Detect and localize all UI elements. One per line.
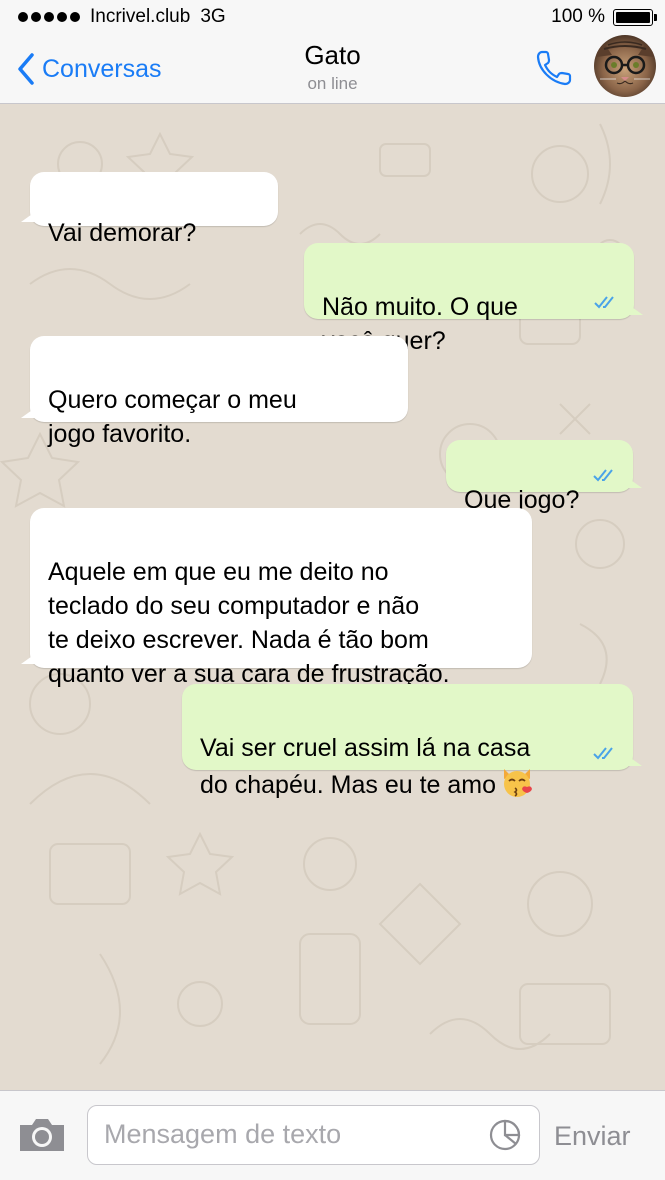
chat-header: Conversas Gato on line	[0, 34, 665, 104]
phone-icon[interactable]	[532, 46, 576, 90]
outgoing-message[interactable]: Não muito. O que você quer?	[304, 243, 643, 355]
message-field[interactable]	[87, 1105, 540, 1165]
incoming-message[interactable]: Aquele em que eu me deito no teclado do …	[21, 508, 532, 688]
double-check-icon	[593, 747, 613, 760]
sticker-icon[interactable]	[488, 1118, 522, 1152]
message-text-content: Vai ser cruel assim lá na casa do chapéu…	[200, 734, 531, 799]
status-left: Incrivel.club 3G	[18, 6, 226, 28]
message-text: Quero começar o meu jogo favorito.	[48, 386, 297, 448]
outgoing-message[interactable]: Que jogo?	[446, 440, 642, 514]
double-check-icon	[593, 469, 613, 482]
chat-area[interactable]: Vai demorar? Não muito. O que você quer?…	[0, 104, 665, 1090]
outgoing-message[interactable]: Vai ser cruel assim lá na casa do chapéu…	[182, 684, 642, 799]
cat-avatar[interactable]	[594, 35, 656, 97]
send-button[interactable]: Enviar	[554, 1121, 631, 1152]
signal-strength-icon	[18, 12, 80, 22]
status-bar: Incrivel.club 3G 100 %	[0, 0, 665, 34]
network-type: 3G	[200, 6, 226, 27]
battery-percent: 100 %	[551, 6, 605, 27]
carrier-name: Incrivel.club	[90, 6, 191, 27]
status-right: 100 %	[551, 6, 657, 28]
message-text: Vai demorar?	[48, 219, 197, 247]
message-text: Aquele em que eu me deito no teclado do …	[48, 558, 450, 688]
message-text: Vai ser cruel assim lá na casa do chapéu…	[200, 731, 577, 802]
battery-icon	[613, 8, 657, 26]
message-input[interactable]	[104, 1106, 474, 1163]
kissing-cat-emoji	[504, 769, 533, 797]
incoming-message[interactable]: Quero começar o meu jogo favorito.	[21, 336, 408, 448]
incoming-message[interactable]: Vai demorar?	[21, 172, 278, 247]
double-check-icon	[594, 296, 614, 309]
message-input-bar: Enviar	[0, 1090, 665, 1180]
camera-icon[interactable]	[16, 1115, 68, 1155]
